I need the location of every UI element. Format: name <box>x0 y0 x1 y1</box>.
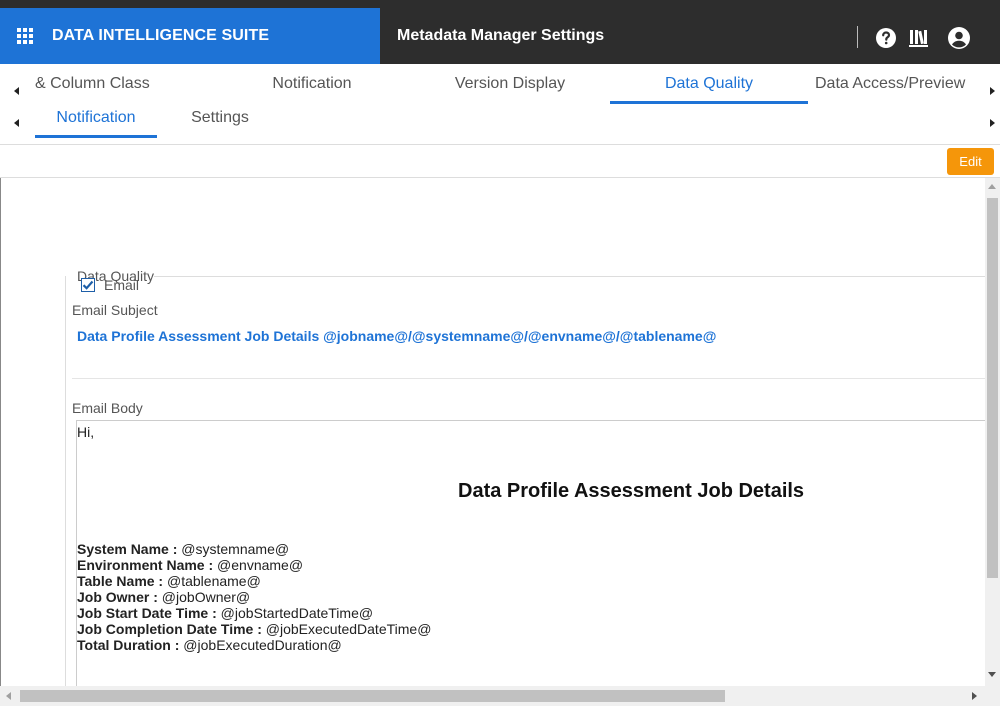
subtab-settings[interactable]: Settings <box>178 98 262 138</box>
subtabs-scroll-right-icon[interactable] <box>990 119 995 127</box>
email-checkbox[interactable] <box>81 278 95 292</box>
scroll-left-icon[interactable] <box>6 692 11 700</box>
toolbar: Edit <box>0 144 1000 178</box>
sub-tab-bar: Notification Settings <box>0 104 1000 144</box>
subtabs-scroll-left-icon[interactable] <box>14 119 19 127</box>
detail-line: Total Duration : @jobExecutedDuration@ <box>77 637 342 653</box>
edit-button[interactable]: Edit <box>947 148 994 175</box>
scroll-right-icon[interactable] <box>972 692 977 700</box>
detail-line: Table Name : @tablename@ <box>77 573 261 589</box>
email-body-greeting: Hi, <box>77 424 95 440</box>
scroll-down-icon[interactable] <box>988 672 996 677</box>
job-details-list: System Name : @systemname@ Environment N… <box>77 541 431 653</box>
detail-line: Job Start Date Time : @jobStartedDateTim… <box>77 605 374 621</box>
email-checkbox-label: Email <box>104 277 140 293</box>
subtab-notification[interactable]: Notification <box>35 98 157 138</box>
top-bar: DATA INTELLIGENCE SUITE Metadata Manager… <box>0 0 1000 64</box>
email-subject-label: Email Subject <box>72 302 158 318</box>
fieldset-top-border <box>154 276 985 277</box>
help-icon[interactable] <box>874 26 898 50</box>
detail-line: Job Owner : @jobOwner@ <box>77 589 251 605</box>
scroll-up-icon[interactable] <box>988 184 996 189</box>
tab-data-quality[interactable]: Data Quality <box>610 64 808 104</box>
horizontal-scroll-thumb[interactable] <box>20 690 725 702</box>
detail-line: Job Completion Date Time : @jobExecutedD… <box>77 621 432 637</box>
email-subject-value[interactable]: Data Profile Assessment Job Details @job… <box>77 328 716 344</box>
tabs-scroll-left-icon[interactable] <box>14 87 19 95</box>
detail-line: Environment Name : @envname@ <box>77 557 304 573</box>
detail-line: System Name : @systemname@ <box>77 541 290 557</box>
brand-area[interactable]: DATA INTELLIGENCE SUITE <box>0 8 380 64</box>
tab-version-display[interactable]: Version Display <box>430 64 590 104</box>
active-subtab-underline <box>35 135 157 138</box>
library-icon[interactable] <box>907 26 931 50</box>
user-icon[interactable] <box>947 26 971 50</box>
email-body-heading: Data Profile Assessment Job Details <box>458 480 805 502</box>
section-separator <box>72 378 985 379</box>
email-body-label: Email Body <box>72 400 143 416</box>
vertical-scroll-thumb[interactable] <box>987 198 998 578</box>
vertical-scrollbar[interactable] <box>985 178 1000 686</box>
tab-data-access-preview[interactable]: Data Access/Preview <box>815 64 981 104</box>
header-divider <box>857 26 858 48</box>
tabs-scroll-right-icon[interactable] <box>990 87 995 95</box>
grid-apps-icon[interactable] <box>17 28 33 44</box>
page-title: Metadata Manager Settings <box>397 27 605 44</box>
horizontal-scrollbar[interactable] <box>0 686 1000 706</box>
brand-title: DATA INTELLIGENCE SUITE <box>52 27 270 44</box>
settings-content: Data Quality Email Email Subject Data Pr… <box>0 178 985 686</box>
